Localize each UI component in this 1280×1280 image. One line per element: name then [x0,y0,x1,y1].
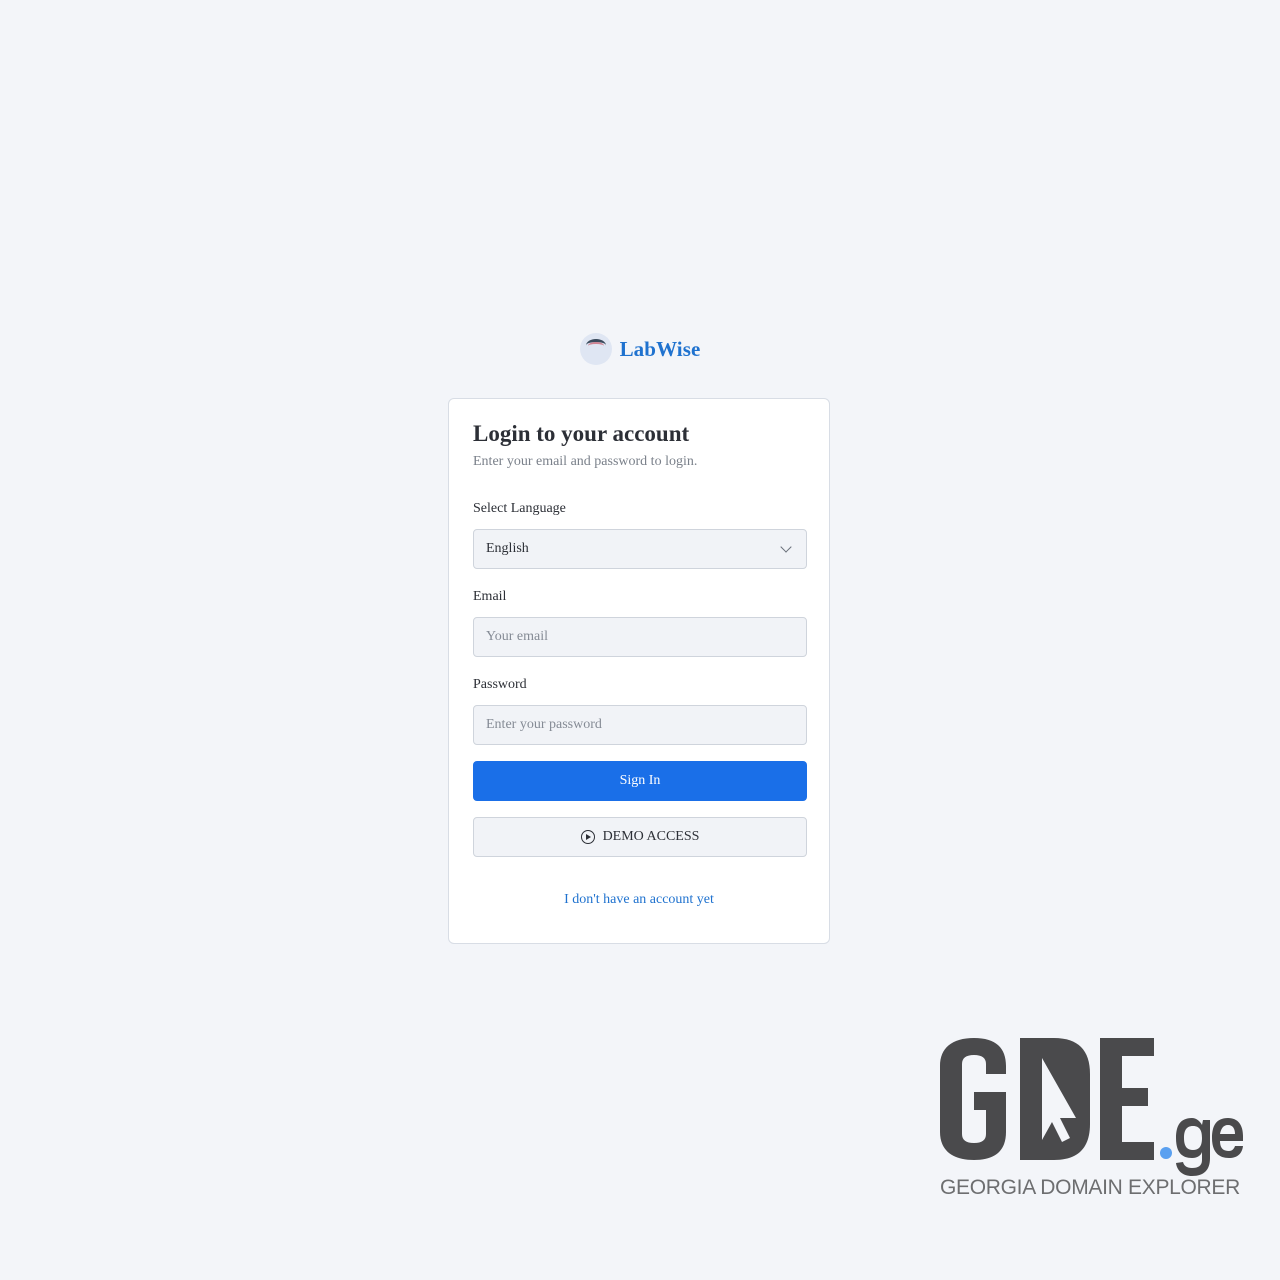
sign-in-button[interactable]: Sign In [473,761,807,801]
login-card: Login to your account Enter your email a… [448,398,830,944]
sign-in-label: Sign In [619,773,661,788]
email-field[interactable] [473,617,807,657]
labwise-logo-icon [579,333,612,365]
email-label: Email [473,589,507,604]
password-label: Password [473,677,527,692]
demo-access-button[interactable]: DEMO ACCESS [473,817,807,857]
brand-name: LabWise [619,336,701,361]
gde-caption: GEORGIA DOMAIN EXPLORER [940,1176,1240,1199]
signup-link[interactable]: I don't have an account yet [449,892,829,908]
password-field[interactable] [473,705,807,745]
page-title: Login to your account [473,421,690,446]
language-label: Select Language [473,501,566,516]
language-select[interactable]: English [473,529,807,569]
chevron-down-icon [780,541,792,553]
page-subtitle: Enter your email and password to login. [473,454,698,469]
play-circle-icon [580,830,595,844]
language-select-value: English [486,541,529,556]
brand-header: LabWise [0,333,1280,365]
demo-access-label: DEMO ACCESS [602,829,700,844]
